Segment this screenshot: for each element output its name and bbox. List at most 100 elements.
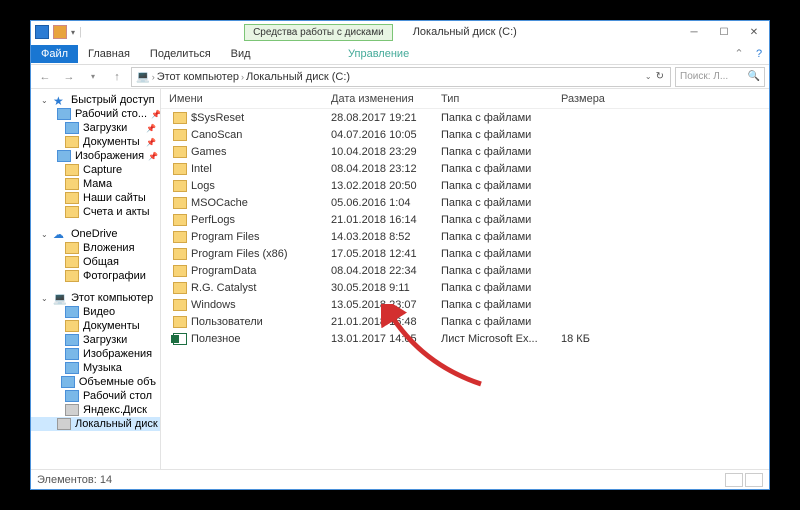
breadcrumb-drive-c[interactable]: Локальный диск (C:) xyxy=(246,71,350,83)
sidebar-item[interactable]: Рабочий сто...📌 xyxy=(31,107,160,121)
sidebar-item[interactable]: Изображения📌 xyxy=(31,149,160,163)
sidebar-item[interactable]: Объемные объ xyxy=(31,375,160,389)
sidebar-item[interactable]: Фотографии xyxy=(31,269,160,283)
sidebar-item-label: Загрузки xyxy=(83,334,127,346)
file-type: Папка с файлами xyxy=(441,112,561,124)
sidebar-item-label: Загрузки xyxy=(83,122,127,134)
sidebar-item[interactable]: Capture xyxy=(31,163,160,177)
recent-dropdown-icon[interactable]: ▾ xyxy=(83,67,103,87)
file-date: 04.07.2016 10:05 xyxy=(331,129,441,141)
tab-manage[interactable]: Управление xyxy=(338,45,419,63)
table-row[interactable]: Program Files (x86)17.05.2018 12:41Папка… xyxy=(161,245,769,262)
table-row[interactable]: ProgramData08.04.2018 22:34Папка с файла… xyxy=(161,262,769,279)
tab-file[interactable]: Файл xyxy=(31,45,78,63)
column-type[interactable]: Тип xyxy=(441,93,561,105)
sidebar-item[interactable]: Мама xyxy=(31,177,160,191)
sidebar-group[interactable]: ⌄💻Этот компьютер xyxy=(31,291,160,305)
breadcrumb-this-pc[interactable]: Этот компьютер xyxy=(157,71,239,83)
pin-icon: 📌 xyxy=(146,138,156,147)
ribbon-collapse-icon[interactable]: ⌃ xyxy=(729,44,749,64)
up-button[interactable]: ↑ xyxy=(107,67,127,87)
refresh-icon[interactable]: ↻ xyxy=(654,71,666,82)
expand-icon[interactable]: ⌄ xyxy=(41,294,49,303)
table-row[interactable]: CanoScan04.07.2016 10:05Папка с файлами xyxy=(161,126,769,143)
folder-icon xyxy=(173,248,187,260)
file-type: Папка с файлами xyxy=(441,146,561,158)
tab-share[interactable]: Поделиться xyxy=(140,45,221,63)
sidebar-item-label: Видео xyxy=(83,306,115,318)
sidebar-item[interactable]: Загрузки📌 xyxy=(31,121,160,135)
search-input[interactable]: Поиск: Л... 🔍 xyxy=(675,67,765,87)
sidebar-group[interactable]: ⌄★Быстрый доступ xyxy=(31,93,160,107)
explorer-window: ▾ | Средства работы с дисками Локальный … xyxy=(30,20,770,490)
sidebar-item-label: Яндекс.Диск xyxy=(83,404,147,416)
folder-icon xyxy=(65,178,79,190)
details-view-button[interactable] xyxy=(725,473,743,487)
status-bar: Элементов: 14 xyxy=(31,469,769,489)
sidebar-item-label: Музыка xyxy=(83,362,122,374)
expand-icon[interactable]: ⌄ xyxy=(41,96,49,105)
sidebar-item[interactable]: Наши сайты xyxy=(31,191,160,205)
sidebar-item[interactable]: Рабочий стол xyxy=(31,389,160,403)
table-row[interactable]: R.G. Catalyst30.05.2018 9:11Папка с файл… xyxy=(161,279,769,296)
sidebar-item[interactable]: Видео xyxy=(31,305,160,319)
column-name[interactable]: Имени xyxy=(161,93,331,105)
file-date: 28.08.2017 19:21 xyxy=(331,112,441,124)
sidebar-group[interactable]: ⌄☁OneDrive xyxy=(31,227,160,241)
chevron-right-icon[interactable]: › xyxy=(241,72,244,82)
column-headers: Имени Дата изменения Тип Размера xyxy=(161,89,769,109)
maximize-button[interactable]: ☐ xyxy=(709,21,739,43)
table-row[interactable]: MSOCache05.06.2016 1:04Папка с файлами xyxy=(161,194,769,211)
tab-view[interactable]: Вид xyxy=(221,45,261,63)
sidebar-item-label: Изображения xyxy=(75,150,144,162)
window-controls: ─ ☐ ✕ xyxy=(679,21,769,43)
quick-access-toolbar: ▾ | xyxy=(31,25,82,39)
sidebar[interactable]: ⌄★Быстрый доступРабочий сто...📌Загрузки📌… xyxy=(31,89,161,469)
sidebar-item[interactable]: Документы xyxy=(31,319,160,333)
minimize-button[interactable]: ─ xyxy=(679,21,709,43)
table-row[interactable]: $SysReset28.08.2017 19:21Папка с файлами xyxy=(161,109,769,126)
sidebar-item[interactable]: Изображения xyxy=(31,347,160,361)
sidebar-item-label: Рабочий сто... xyxy=(75,108,147,120)
file-type: Папка с файлами xyxy=(441,163,561,175)
forward-button[interactable]: → xyxy=(59,67,79,87)
table-row[interactable]: Logs13.02.2018 20:50Папка с файлами xyxy=(161,177,769,194)
file-type: Папка с файлами xyxy=(441,197,561,209)
sidebar-item[interactable]: Локальный диск xyxy=(31,417,160,431)
address-dropdown-icon[interactable]: ⌄ xyxy=(645,72,652,81)
sidebar-item[interactable]: Яндекс.Диск xyxy=(31,403,160,417)
sidebar-item[interactable]: Счета и акты xyxy=(31,205,160,219)
table-row[interactable]: Intel08.04.2018 23:12Папка с файлами xyxy=(161,160,769,177)
address-bar[interactable]: 💻 › Этот компьютер › Локальный диск (C:)… xyxy=(131,67,671,87)
properties-icon[interactable] xyxy=(35,25,49,39)
file-list[interactable]: $SysReset28.08.2017 19:21Папка с файлами… xyxy=(161,109,769,469)
table-row[interactable]: Games10.04.2018 23:29Папка с файлами xyxy=(161,143,769,160)
sidebar-item[interactable]: Музыка xyxy=(31,361,160,375)
back-button[interactable]: ← xyxy=(35,67,55,87)
file-type: Папка с файлами xyxy=(441,214,561,226)
column-size[interactable]: Размера xyxy=(561,93,631,105)
sidebar-item[interactable]: Документы📌 xyxy=(31,135,160,149)
tab-home[interactable]: Главная xyxy=(78,45,140,63)
file-size: 18 КБ xyxy=(561,333,631,345)
sidebar-item[interactable]: Загрузки xyxy=(31,333,160,347)
large-icons-view-button[interactable] xyxy=(745,473,763,487)
folder-icon xyxy=(65,206,79,218)
table-row[interactable]: PerfLogs21.01.2018 16:14Папка с файлами xyxy=(161,211,769,228)
qat-dropdown-icon[interactable]: ▾ xyxy=(71,28,75,37)
blue-icon xyxy=(65,122,79,134)
chevron-right-icon[interactable]: › xyxy=(152,72,155,82)
file-date: 30.05.2018 9:11 xyxy=(331,282,441,294)
expand-icon[interactable]: ⌄ xyxy=(41,230,49,239)
sidebar-item[interactable]: Общая xyxy=(31,255,160,269)
help-icon[interactable]: ? xyxy=(749,44,769,64)
ribbon-context-tab[interactable]: Средства работы с дисками xyxy=(244,24,393,41)
column-date[interactable]: Дата изменения xyxy=(331,93,441,105)
folder-icon[interactable] xyxy=(53,25,67,39)
table-row[interactable]: Program Files14.03.2018 8:52Папка с файл… xyxy=(161,228,769,245)
sidebar-item-label: Наши сайты xyxy=(83,192,146,204)
sidebar-item-label: Фотографии xyxy=(83,270,146,282)
folder-icon xyxy=(173,214,187,226)
close-button[interactable]: ✕ xyxy=(739,21,769,43)
sidebar-item[interactable]: Вложения xyxy=(31,241,160,255)
